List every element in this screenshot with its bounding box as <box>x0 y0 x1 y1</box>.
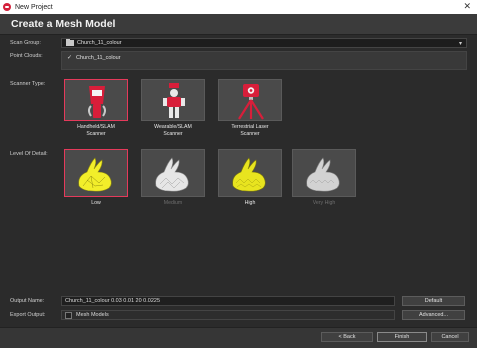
advanced-button[interactable]: Advanced... <box>402 310 465 320</box>
back-label: < Back <box>338 334 356 340</box>
close-icon[interactable]: ✕ <box>463 1 471 12</box>
scanner-caption-wearable: Wearable/SLAM Scanner <box>154 124 192 137</box>
chevron-down-icon: ▾ <box>458 41 462 47</box>
scanner-type-label: Scanner Type: <box>10 81 46 87</box>
finish-button[interactable]: Finish <box>377 332 427 342</box>
scanner-option-terrestrial[interactable] <box>218 79 282 121</box>
level-of-detail-label: Level Of Detail: <box>10 151 48 157</box>
window-title: New Project <box>15 3 53 11</box>
scan-group-label: Scan Group: <box>10 40 41 46</box>
output-name-input[interactable]: Church_11_colour 0.03 0.01 20 0.0225 <box>61 296 395 306</box>
scan-group-value: Church_11_colour <box>77 40 122 46</box>
list-item[interactable]: ✓ Church_11_colour <box>67 54 121 62</box>
point-clouds-list: ✓ Church_11_colour <box>61 51 467 70</box>
lod-option-high[interactable] <box>218 149 282 197</box>
bunny-low-icon <box>78 157 112 192</box>
wearable-scanner-icon <box>163 83 185 118</box>
point-cloud-name: Church_11_colour <box>76 54 121 61</box>
export-output-field: Mesh Models <box>61 310 395 320</box>
export-output-label: Export Output: <box>10 312 46 318</box>
bunny-medium-icon <box>155 157 189 192</box>
lod-option-low[interactable] <box>64 149 128 197</box>
output-name-label: Output Name: <box>10 298 45 304</box>
scanner-caption-handheld: Handheld/SLAM Scanner <box>77 124 115 137</box>
scanner-option-handheld[interactable] <box>64 79 128 121</box>
folder-icon <box>66 39 74 46</box>
scanner-caption-terrestrial: Terrestrial Laser Scanner <box>231 124 269 137</box>
default-button[interactable]: Default <box>402 296 465 306</box>
cancel-button[interactable]: Cancel <box>431 332 469 342</box>
mesh-models-label: Mesh Models <box>76 312 109 318</box>
lod-caption-low: Low <box>91 200 101 206</box>
lod-option-medium[interactable] <box>141 149 205 197</box>
checkmark-icon[interactable]: ✓ <box>67 54 72 61</box>
lod-option-very-high[interactable] <box>292 149 356 197</box>
title-bar: New Project ✕ <box>0 0 477 14</box>
lod-caption-medium: Medium <box>163 200 183 206</box>
bunny-very-high-icon <box>306 157 340 192</box>
scanner-option-wearable[interactable] <box>141 79 205 121</box>
back-button[interactable]: < Back <box>321 332 373 342</box>
cancel-label: Cancel <box>441 334 459 340</box>
finish-label: Finish <box>394 334 410 340</box>
lod-caption-very-high: Very High <box>312 200 336 206</box>
terrestrial-scanner-icon <box>238 84 264 120</box>
page-title: Create a Mesh Model <box>11 18 116 30</box>
handheld-scanner-icon <box>88 86 106 118</box>
app-logo-icon <box>3 3 11 11</box>
point-clouds-label: Point Clouds: <box>10 53 43 59</box>
lod-caption-high: High <box>244 200 256 206</box>
bunny-high-icon <box>232 157 266 192</box>
mesh-models-checkbox[interactable] <box>65 311 72 319</box>
dialog-header: Create a Mesh Model <box>0 14 477 35</box>
scan-group-select[interactable]: Church_11_colour ▾ <box>61 38 467 48</box>
